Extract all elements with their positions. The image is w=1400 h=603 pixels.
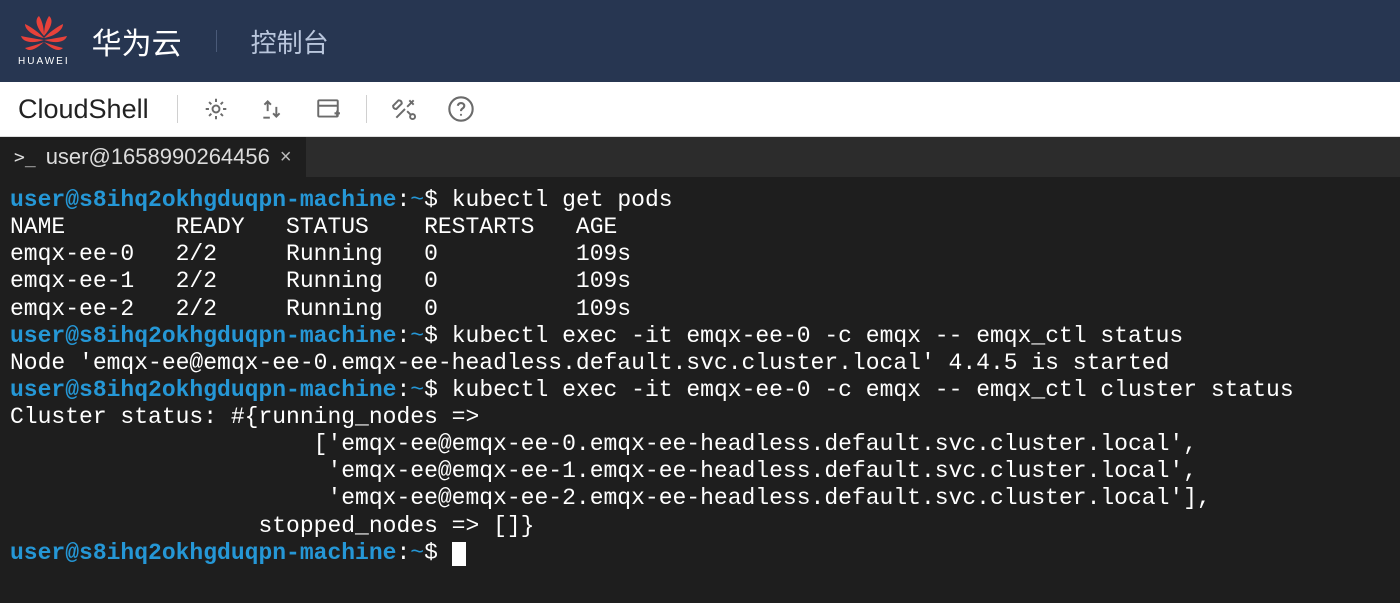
toolbar: CloudShell <box>0 82 1400 137</box>
prompt-user-host: user@s8ihq2okhgduqpn-machine <box>10 187 396 213</box>
output-line: emqx-ee-2 2/2 Running 0 109s <box>10 296 631 322</box>
settings-button[interactable] <box>198 91 234 127</box>
terminal-output[interactable]: user@s8ihq2okhgduqpn-machine:~$ kubectl … <box>0 177 1400 577</box>
prompt-path: ~ <box>410 540 424 566</box>
new-window-button[interactable] <box>310 91 346 127</box>
cloudshell-title: CloudShell <box>18 94 149 125</box>
command-text: kubectl get pods <box>452 187 673 213</box>
prompt-path: ~ <box>410 187 424 213</box>
tab-bar: >_ user@1658990264456 × <box>0 137 1400 177</box>
window-plus-icon <box>315 96 341 122</box>
prompt-path: ~ <box>410 323 424 349</box>
output-line: emqx-ee-0 2/2 Running 0 109s <box>10 241 631 267</box>
prompt-user-host: user@s8ihq2okhgduqpn-machine <box>10 377 396 403</box>
terminal-cursor <box>452 542 466 566</box>
toolbar-divider <box>366 95 367 123</box>
output-line: emqx-ee-1 2/2 Running 0 109s <box>10 268 631 294</box>
output-line: stopped_nodes => []} <box>10 513 535 539</box>
huawei-logo[interactable]: HUAWEI <box>18 16 70 67</box>
output-line: Node 'emqx-ee@emqx-ee-0.emqx-ee-headless… <box>10 350 1169 376</box>
prompt-sep: : <box>396 187 410 213</box>
prompt-user-host: user@s8ihq2okhgduqpn-machine <box>10 540 396 566</box>
terminal-tab[interactable]: >_ user@1658990264456 × <box>0 137 306 177</box>
tools-icon <box>392 96 418 122</box>
prompt-dollar: $ <box>424 377 438 403</box>
prompt-path: ~ <box>410 377 424 403</box>
logo-subtext: HUAWEI <box>18 56 70 67</box>
top-header: HUAWEI 华为云 控制台 <box>0 0 1400 82</box>
prompt-dollar: $ <box>424 540 438 566</box>
prompt-sep: : <box>396 540 410 566</box>
terminal-icon: >_ <box>14 147 36 168</box>
output-line: 'emqx-ee@emqx-ee-1.emqx-ee-headless.defa… <box>10 458 1197 484</box>
toolbar-divider <box>177 95 178 123</box>
transfer-icon <box>259 96 285 122</box>
command-text: kubectl exec -it emqx-ee-0 -c emqx -- em… <box>452 323 1184 349</box>
prompt-sep: : <box>396 377 410 403</box>
command-text: kubectl exec -it emqx-ee-0 -c emqx -- em… <box>452 377 1294 403</box>
prompt-dollar: $ <box>424 323 438 349</box>
upload-download-button[interactable] <box>254 91 290 127</box>
huawei-petal-icon <box>19 16 69 54</box>
brand-name[interactable]: 华为云 <box>92 19 182 63</box>
help-icon <box>447 95 475 123</box>
prompt-user-host: user@s8ihq2okhgduqpn-machine <box>10 323 396 349</box>
tools-button[interactable] <box>387 91 423 127</box>
tab-title: user@1658990264456 <box>46 144 270 170</box>
output-line: ['emqx-ee@emqx-ee-0.emqx-ee-headless.def… <box>10 431 1197 457</box>
output-line: NAME READY STATUS RESTARTS AGE <box>10 214 617 240</box>
output-line: 'emqx-ee@emqx-ee-2.emqx-ee-headless.defa… <box>10 485 1211 511</box>
console-link[interactable]: 控制台 <box>251 23 329 60</box>
header-divider <box>216 30 217 52</box>
prompt-dollar: $ <box>424 187 438 213</box>
gear-icon <box>203 96 229 122</box>
help-button[interactable] <box>443 91 479 127</box>
close-tab-button[interactable]: × <box>280 146 292 169</box>
output-line: Cluster status: #{running_nodes => <box>10 404 479 430</box>
prompt-sep: : <box>396 323 410 349</box>
